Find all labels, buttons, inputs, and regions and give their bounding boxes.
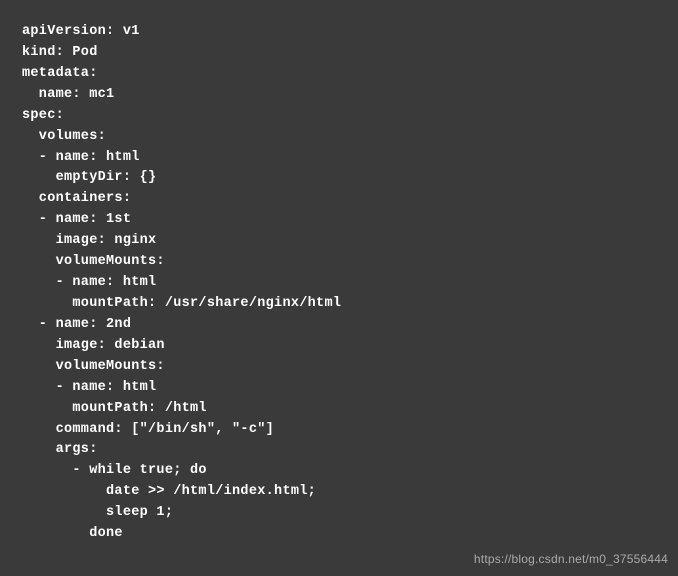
code-line: - name: html — [22, 378, 656, 399]
code-line: volumes: — [22, 127, 656, 148]
code-line: mountPath: /html — [22, 399, 656, 420]
code-line: emptyDir: {} — [22, 168, 656, 189]
code-line: - while true; do — [22, 461, 656, 482]
code-line: - name: html — [22, 273, 656, 294]
code-line: volumeMounts: — [22, 357, 656, 378]
code-line: apiVersion: v1 — [22, 22, 656, 43]
code-line: volumeMounts: — [22, 252, 656, 273]
code-line: name: mc1 — [22, 85, 656, 106]
code-line: date >> /html/index.html; — [22, 482, 656, 503]
code-line: mountPath: /usr/share/nginx/html — [22, 294, 656, 315]
code-line: image: debian — [22, 336, 656, 357]
code-line: - name: 1st — [22, 210, 656, 231]
code-line: command: ["/bin/sh", "-c"] — [22, 420, 656, 441]
code-line: kind: Pod — [22, 43, 656, 64]
code-line: args: — [22, 440, 656, 461]
code-line: sleep 1; — [22, 503, 656, 524]
code-line: - name: 2nd — [22, 315, 656, 336]
watermark-text: https://blog.csdn.net/m0_37556444 — [474, 552, 668, 566]
code-block: apiVersion: v1 kind: Pod metadata: name:… — [0, 0, 678, 567]
code-line: image: nginx — [22, 231, 656, 252]
code-line: spec: — [22, 106, 656, 127]
code-line: containers: — [22, 189, 656, 210]
code-line: metadata: — [22, 64, 656, 85]
code-line: done — [22, 524, 656, 545]
code-line: - name: html — [22, 148, 656, 169]
